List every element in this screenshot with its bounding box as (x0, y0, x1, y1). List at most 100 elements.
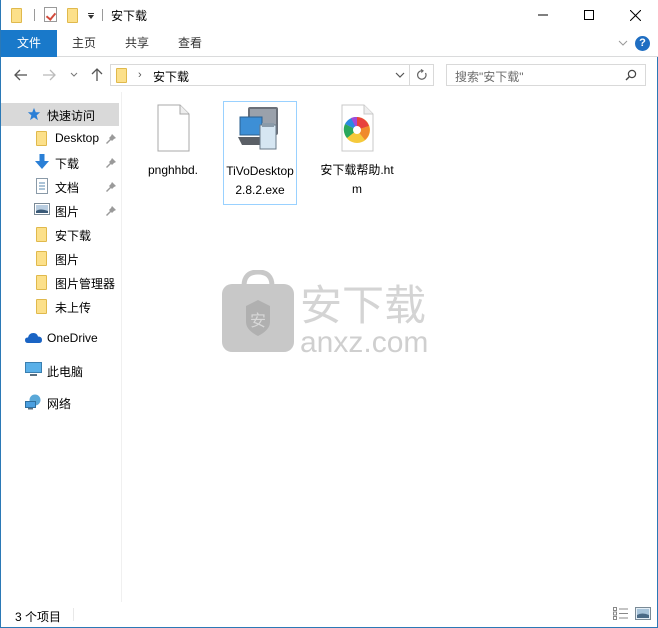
document-icon (36, 178, 48, 194)
sidebar-item-anxz[interactable]: 安下载 (1, 223, 119, 246)
maximize-icon (584, 10, 594, 20)
close-icon (629, 9, 641, 21)
address-history-chevron-icon[interactable] (395, 70, 405, 80)
watermark-cn: 安下载 (300, 281, 426, 330)
sidebar-label: 安下载 (55, 229, 92, 243)
file-name: 安下载帮助.htm (320, 163, 394, 196)
divider (73, 608, 74, 621)
search-box[interactable]: 搜索"安下载" (446, 64, 646, 86)
sidebar-label: 下载 (55, 157, 80, 171)
folder-icon (116, 68, 127, 83)
navigation-pane: 快速访问 Desktop 下载 文档 图片 安下载 图片 图片管理器 未上传 O… (1, 92, 122, 602)
refresh-icon (416, 69, 427, 80)
file-item-selected[interactable]: TiVoDesktop2.8.2.exe (223, 101, 297, 205)
sidebar-item-this-pc[interactable]: 此电脑 (1, 359, 119, 382)
sidebar-label: 此电脑 (47, 365, 84, 379)
sidebar-label: 图片 (55, 205, 80, 219)
sidebar-label: 未上传 (55, 301, 92, 315)
folder-icon (36, 275, 47, 290)
properties-icon[interactable] (44, 7, 57, 22)
sidebar-item-desktop[interactable]: Desktop (1, 127, 119, 150)
new-folder-icon[interactable] (67, 8, 78, 23)
divider (102, 9, 103, 21)
file-item[interactable]: 安下载帮助.htm (320, 101, 394, 199)
navigation-bar: › 安下载 搜索"安下载" (1, 58, 658, 92)
star-icon (27, 107, 41, 121)
sidebar-item-documents[interactable]: 文档 (1, 175, 119, 198)
watermark-url: anxz.com (300, 326, 428, 355)
sidebar-item-pictures[interactable]: 图片 (1, 199, 119, 222)
expand-ribbon-chevron-icon[interactable] (618, 38, 628, 48)
item-count: 3 个项目 (15, 610, 62, 624)
onedrive-cloud-icon (25, 333, 42, 343)
recent-locations-button[interactable] (65, 66, 83, 84)
search-icon[interactable] (625, 69, 637, 81)
pin-icon[interactable] (106, 182, 116, 192)
file-name: TiVoDesktop2.8.2.exe (226, 164, 294, 197)
tab-home[interactable]: 主页 (61, 30, 107, 57)
divider (34, 9, 35, 21)
sidebar-label: 网络 (47, 397, 72, 411)
explorer-window: 安下载 文件 主页 共享 查看 ? › 安下载 搜索"安下载" 快速访问 Des… (0, 0, 658, 628)
sidebar-item-not-uploaded[interactable]: 未上传 (1, 295, 119, 318)
download-arrow-icon (35, 154, 49, 169)
minimize-icon (538, 14, 548, 16)
anxz-watermark-logo: 安 安下载 anxz.com (222, 270, 428, 355)
arrow-right-icon (43, 69, 56, 81)
sidebar-item-downloads[interactable]: 下载 (1, 151, 119, 174)
sidebar-item-quick-access[interactable]: 快速访问 (1, 103, 119, 126)
sidebar-label: Desktop (55, 131, 100, 145)
back-button[interactable] (12, 66, 30, 84)
sidebar-item-network[interactable]: 网络 (1, 391, 119, 414)
arrow-left-icon (14, 69, 27, 81)
file-item[interactable]: pnghhbd. (136, 101, 210, 180)
folder-icon (36, 251, 47, 266)
pin-icon[interactable] (106, 206, 116, 216)
folder-icon (36, 299, 47, 314)
pictures-icon (34, 203, 50, 215)
breadcrumb-chevron-icon[interactable]: › (138, 69, 142, 81)
file-name: pnghhbd. (147, 163, 199, 177)
help-icon[interactable]: ? (635, 36, 650, 51)
sidebar-item-pictures-folder[interactable]: 图片 (1, 247, 119, 270)
search-placeholder: 搜索"安下载" (455, 70, 524, 84)
sidebar-label: 快速访问 (47, 109, 96, 123)
minimize-button[interactable] (520, 0, 566, 30)
forward-button[interactable] (40, 66, 58, 84)
ribbon-tabs: 文件 主页 共享 查看 ? (1, 30, 658, 57)
maximize-button[interactable] (566, 0, 612, 30)
arrow-up-icon (91, 68, 103, 81)
window-title: 安下载 (111, 9, 148, 23)
tab-view[interactable]: 查看 (167, 30, 213, 57)
details-view-icon[interactable] (613, 607, 629, 620)
chevron-down-icon (70, 72, 78, 77)
refresh-button[interactable] (410, 64, 434, 86)
html-file-icon (341, 104, 374, 152)
sidebar-label: 图片 (55, 253, 80, 267)
tab-file[interactable]: 文件 (1, 30, 57, 57)
computer-icon (25, 362, 42, 376)
watermark-badge: 安 (250, 311, 266, 330)
sidebar-item-onedrive[interactable]: OneDrive (1, 327, 119, 350)
up-button[interactable] (88, 66, 106, 84)
installer-exe-icon (238, 107, 278, 150)
pin-icon[interactable] (106, 134, 116, 144)
customize-toolbar-dropdown-icon[interactable] (87, 12, 95, 20)
folder-icon (36, 131, 47, 146)
folder-icon (11, 8, 22, 23)
folder-icon (36, 227, 47, 242)
close-button[interactable] (612, 0, 658, 30)
tab-share[interactable]: 共享 (114, 30, 160, 57)
sidebar-label: OneDrive (47, 331, 98, 345)
sidebar-label: 文档 (55, 181, 80, 195)
title-bar: 安下载 (1, 0, 658, 30)
blank-file-icon (157, 104, 190, 152)
sidebar-label: 图片管理器 (55, 277, 116, 291)
large-icons-view-icon[interactable] (635, 607, 651, 620)
pin-icon[interactable] (106, 158, 116, 168)
breadcrumb-current[interactable]: 安下载 (153, 68, 189, 85)
sidebar-item-picture-manager[interactable]: 图片管理器 (1, 271, 119, 294)
network-icon (25, 394, 41, 410)
status-bar: 3 个项目 (1, 602, 658, 627)
address-bar[interactable]: › 安下载 (110, 64, 410, 86)
